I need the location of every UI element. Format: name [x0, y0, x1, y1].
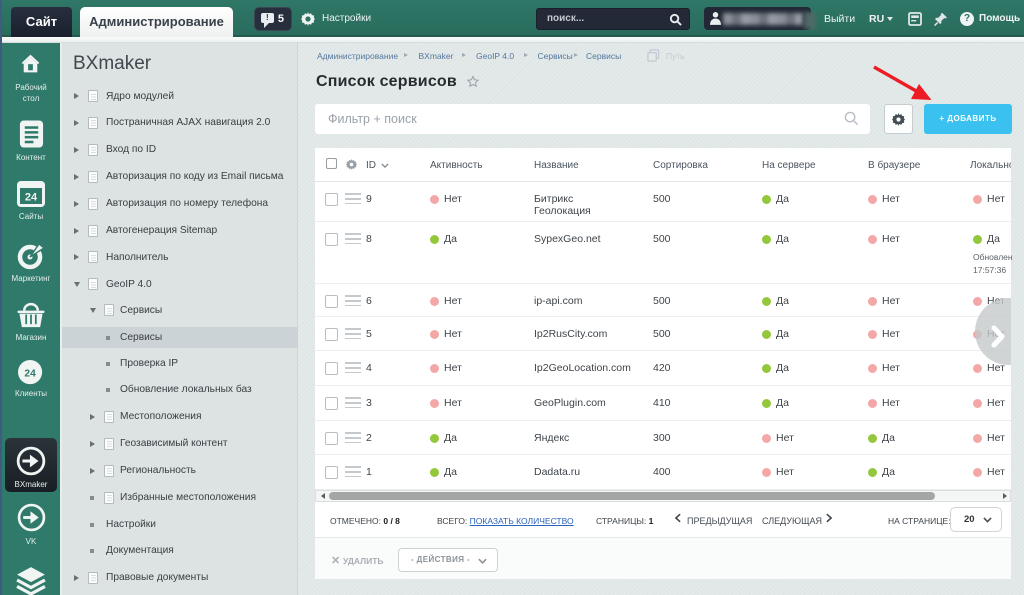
- svg-text:24: 24: [25, 192, 38, 204]
- svg-text:24: 24: [24, 368, 36, 379]
